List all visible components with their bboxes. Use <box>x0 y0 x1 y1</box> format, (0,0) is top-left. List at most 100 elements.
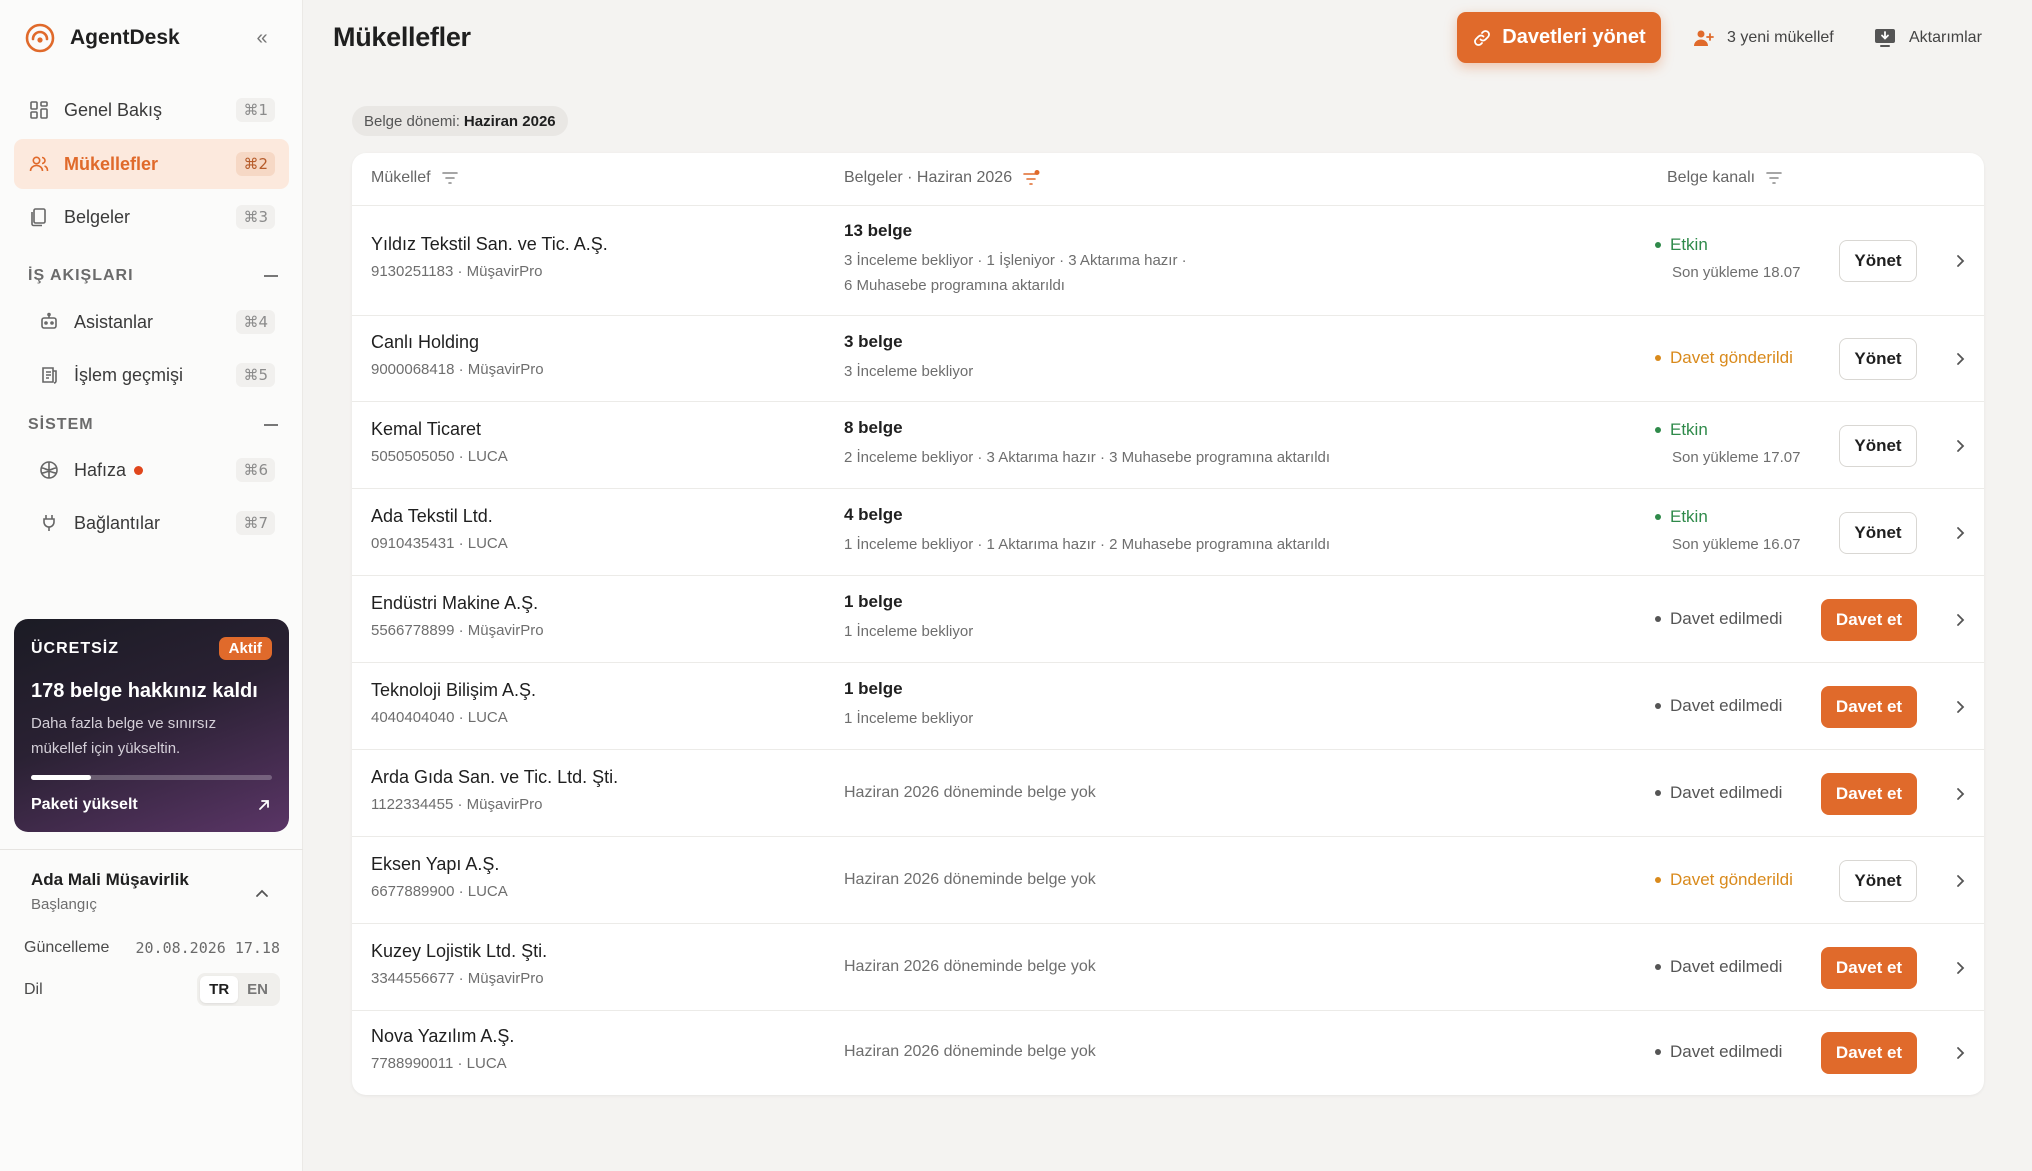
status-dot <box>1655 426 1661 433</box>
column-label: Belge kanalı <box>1667 169 1756 186</box>
invite-button[interactable]: Davet et <box>1821 772 1917 815</box>
table-row[interactable]: Kemal Ticaret 5050505050 · LUCA 8 belge 2 … <box>352 402 1984 489</box>
channel-status-cell: Davet edilmedi <box>1655 957 1782 977</box>
nav-item-memory[interactable]: Hafıza ⌘6 <box>24 445 289 495</box>
filter-active-icon[interactable] <box>1022 170 1040 186</box>
chevron-right-icon[interactable] <box>1952 873 1968 889</box>
language-toggle[interactable]: TR EN <box>197 973 280 1006</box>
chevron-right-icon[interactable] <box>1952 786 1968 802</box>
table-row[interactable]: Yıldız Tekstil San. ve Tic. A.Ş. 9130251… <box>352 206 1984 316</box>
nav-label: Mükellefler <box>64 153 159 174</box>
table-row[interactable]: Kuzey Lojistik Ltd. Şti. 3344556677 · Mü… <box>352 924 1984 1011</box>
invite-button[interactable]: Davet et <box>1821 685 1917 728</box>
status-dot <box>1655 355 1661 361</box>
documents-cell: Haziran 2026 döneminde belge yok <box>844 958 1464 976</box>
transfers-link[interactable]: Aktarımlar <box>1873 24 1982 52</box>
period-filter-chip[interactable]: Belge dönemi: Haziran 2026 <box>352 106 568 136</box>
invite-button[interactable]: Davet et <box>1821 598 1917 641</box>
table-row[interactable]: Eksen Yapı A.Ş. 6677889900 · LUCA Haziran… <box>352 837 1984 924</box>
status-dot <box>1655 876 1661 883</box>
upgrade-button[interactable]: Paketi yükselt <box>31 796 272 814</box>
nav-label: Asistanlar <box>74 311 154 332</box>
client-tax-id: 5566778899 · MüşavirPro <box>371 621 544 639</box>
update-value: 20.08.2026 17.18 <box>135 939 281 957</box>
client-cell: Endüstri Makine A.Ş. 5566778899 · Müşavi… <box>371 593 544 639</box>
client-cell: Yıldız Tekstil San. ve Tic. A.Ş. 9130251… <box>371 234 608 280</box>
organization-switcher[interactable]: Ada Mali Müşavirlik Başlangıç <box>31 870 281 913</box>
manage-invites-button[interactable]: Davetleri yönet <box>1457 12 1661 63</box>
client-name: Kuzey Lojistik Ltd. Şti. <box>371 940 548 961</box>
client-tax-id: 6677889900 · LUCA <box>371 882 508 900</box>
nav-label: İşlem geçmişi <box>74 364 184 385</box>
manage-button[interactable]: Yönet <box>1839 240 1917 282</box>
plug-icon <box>38 512 60 534</box>
table-row[interactable]: Ada Tekstil Ltd. 0910435431 · LUCA 4 belg… <box>352 489 1984 576</box>
document-count: 13 belge <box>844 221 913 240</box>
collapse-section-icon[interactable] <box>264 275 278 277</box>
status-dot <box>1655 702 1661 709</box>
language-option-tr[interactable]: TR <box>200 976 239 1003</box>
table-row[interactable]: Nova Yazılım A.Ş. 7788990011 · LUCA Hazir… <box>352 1011 1984 1095</box>
client-tax-id: 9000068418 · MüşavirPro <box>371 361 544 378</box>
channel-status-cell: Davet edilmedi <box>1655 609 1782 629</box>
manage-button[interactable]: Yönet <box>1839 859 1917 902</box>
nav-item-overview[interactable]: Genel Bakış ⌘1 <box>14 85 289 135</box>
status-dot <box>1655 789 1661 796</box>
transfers-label: Aktarımlar <box>1909 29 1982 46</box>
chevron-right-icon[interactable] <box>1952 612 1968 628</box>
column-documents[interactable]: Belgeler · Haziran 2026 <box>844 169 1040 187</box>
nav-item-assistants[interactable]: Asistanlar ⌘4 <box>24 297 289 347</box>
table-row[interactable]: Canlı Holding 9000068418 · MüşavirPro 3 b… <box>352 316 1984 402</box>
update-label: Güncelleme <box>24 939 110 956</box>
manage-button[interactable]: Yönet <box>1839 424 1917 467</box>
column-client[interactable]: Mükellef <box>371 169 459 187</box>
client-cell: Teknoloji Bilişim A.Ş. 4040404040 · LUCA <box>371 680 536 726</box>
chevron-right-icon[interactable] <box>1952 960 1968 976</box>
language-setting: Dil TR EN <box>24 973 280 1006</box>
chevron-right-icon[interactable] <box>1952 351 1968 367</box>
nav-item-clients[interactable]: Mükellefler ⌘2 <box>14 139 289 189</box>
chevron-right-icon[interactable] <box>1952 438 1968 454</box>
new-clients-link[interactable]: 3 yeni mükellef <box>1693 24 1834 52</box>
manage-button[interactable]: Yönet <box>1839 511 1917 554</box>
user-add-icon <box>1694 30 1714 46</box>
client-cell: Nova Yazılım A.Ş. 7788990011 · LUCA <box>371 1026 514 1072</box>
status-dot <box>1655 513 1661 520</box>
chevron-up-icon[interactable] <box>252 883 272 903</box>
status-dot <box>1655 615 1661 622</box>
nav-item-connections[interactable]: Bağlantılar ⌘7 <box>24 498 289 548</box>
filter-icon[interactable] <box>1765 170 1783 186</box>
collapse-section-icon[interactable] <box>264 424 278 426</box>
chevron-right-icon[interactable] <box>1952 525 1968 541</box>
brand[interactable]: AgentDesk <box>24 20 180 56</box>
channel-status: Etkin <box>1670 506 1708 526</box>
quota-progress-fill <box>31 775 92 780</box>
table-row[interactable]: Endüstri Makine A.Ş. 5566778899 · Müşavi… <box>352 576 1984 663</box>
section-title: İŞ AKIŞLARI <box>28 267 134 284</box>
table-row[interactable]: Arda Gıda San. ve Tic. Ltd. Şti. 1122334… <box>352 750 1984 837</box>
chevron-right-icon[interactable] <box>1952 699 1968 715</box>
status-dot <box>1655 242 1661 248</box>
chevron-right-icon[interactable] <box>1952 253 1968 269</box>
table-row[interactable]: Teknoloji Bilişim A.Ş. 4040404040 · LUCA… <box>352 663 1984 750</box>
channel-status-cell: Etkin Son yükleme 18.07 <box>1655 235 1800 281</box>
filter-icon[interactable] <box>441 170 459 186</box>
collapse-sidebar-icon[interactable]: « <box>248 24 276 52</box>
last-upload: Son yükleme 16.07 <box>1672 535 1801 553</box>
invite-button[interactable]: Davet et <box>1821 946 1917 989</box>
column-channel[interactable]: Belge kanalı <box>1667 169 1783 187</box>
manage-button[interactable]: Yönet <box>1839 338 1917 380</box>
dashboard-icon <box>28 99 50 121</box>
no-documents-text: Haziran 2026 döneminde belge yok <box>844 783 1096 801</box>
nav-item-documents[interactable]: Belgeler ⌘3 <box>14 192 289 242</box>
document-status-breakdown: 3 İnceleme bekliyor · 1 İşleniyor · 3 Ak… <box>844 252 1187 269</box>
document-status-breakdown: 3 İnceleme bekliyor <box>844 362 974 380</box>
client-name: Arda Gıda San. ve Tic. Ltd. Şti. <box>371 766 619 787</box>
language-option-en[interactable]: EN <box>238 976 277 1003</box>
invite-button[interactable]: Davet et <box>1821 1032 1917 1074</box>
client-tax-id: 9130251183 · MüşavirPro <box>371 263 543 280</box>
period-value: Haziran 2026 <box>463 112 556 130</box>
client-cell: Kuzey Lojistik Ltd. Şti. 3344556677 · Mü… <box>371 941 547 987</box>
chevron-right-icon[interactable] <box>1952 1045 1968 1061</box>
nav-item-history[interactable]: İşlem geçmişi ⌘5 <box>24 350 289 400</box>
